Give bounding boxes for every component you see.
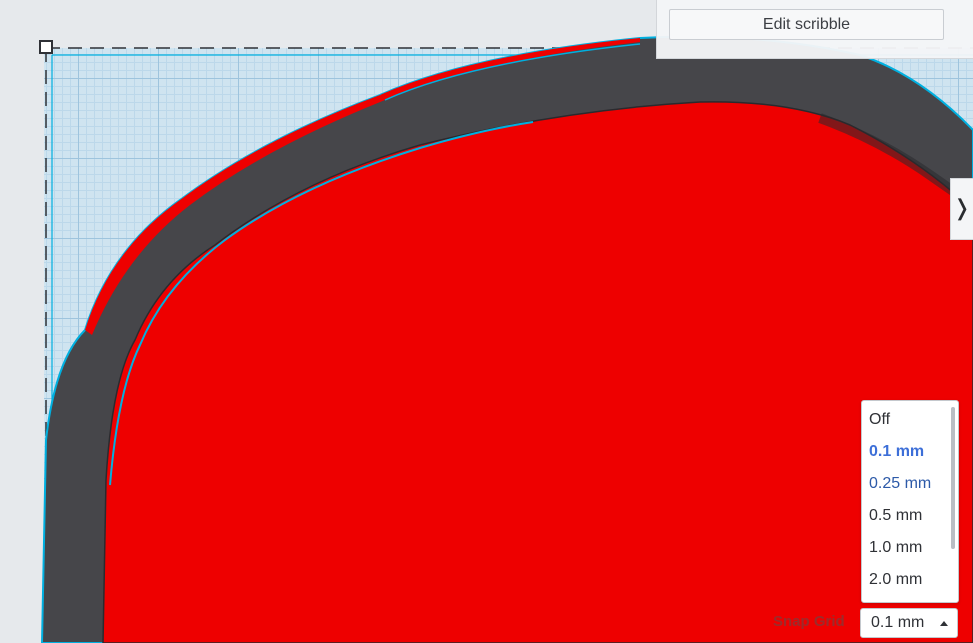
snap-option-off[interactable]: Off [869,411,890,429]
dropdown-scrollbar[interactable] [951,407,955,549]
snap-grid-select[interactable]: 0.1 mm [860,608,958,638]
snap-option-0-5mm[interactable]: 0.5 mm [869,507,922,525]
snap-option-1-0mm[interactable]: 1.0 mm [869,539,922,557]
snap-option-0-25mm[interactable]: 0.25 mm [869,475,931,493]
corner-handle[interactable] [39,40,53,54]
snap-grid-selected-value: 0.1 mm [871,614,925,631]
edit-panel: Edit scribble [656,0,973,59]
snap-grid-dropdown-menu[interactable]: Off 0.1 mm 0.25 mm 0.5 mm 1.0 mm 2.0 mm [861,400,959,603]
edit-scribble-button[interactable]: Edit scribble [669,9,944,40]
snap-grid-label: Snap Grid [773,613,845,630]
snap-option-2-0mm[interactable]: 2.0 mm [869,571,922,589]
chevron-right-icon: ❭ [952,196,972,221]
scene-canvas[interactable] [0,0,973,643]
caret-up-icon [940,621,948,626]
side-panel-toggle[interactable]: ❭ [950,178,973,240]
snap-option-0-1mm[interactable]: 0.1 mm [869,443,924,461]
